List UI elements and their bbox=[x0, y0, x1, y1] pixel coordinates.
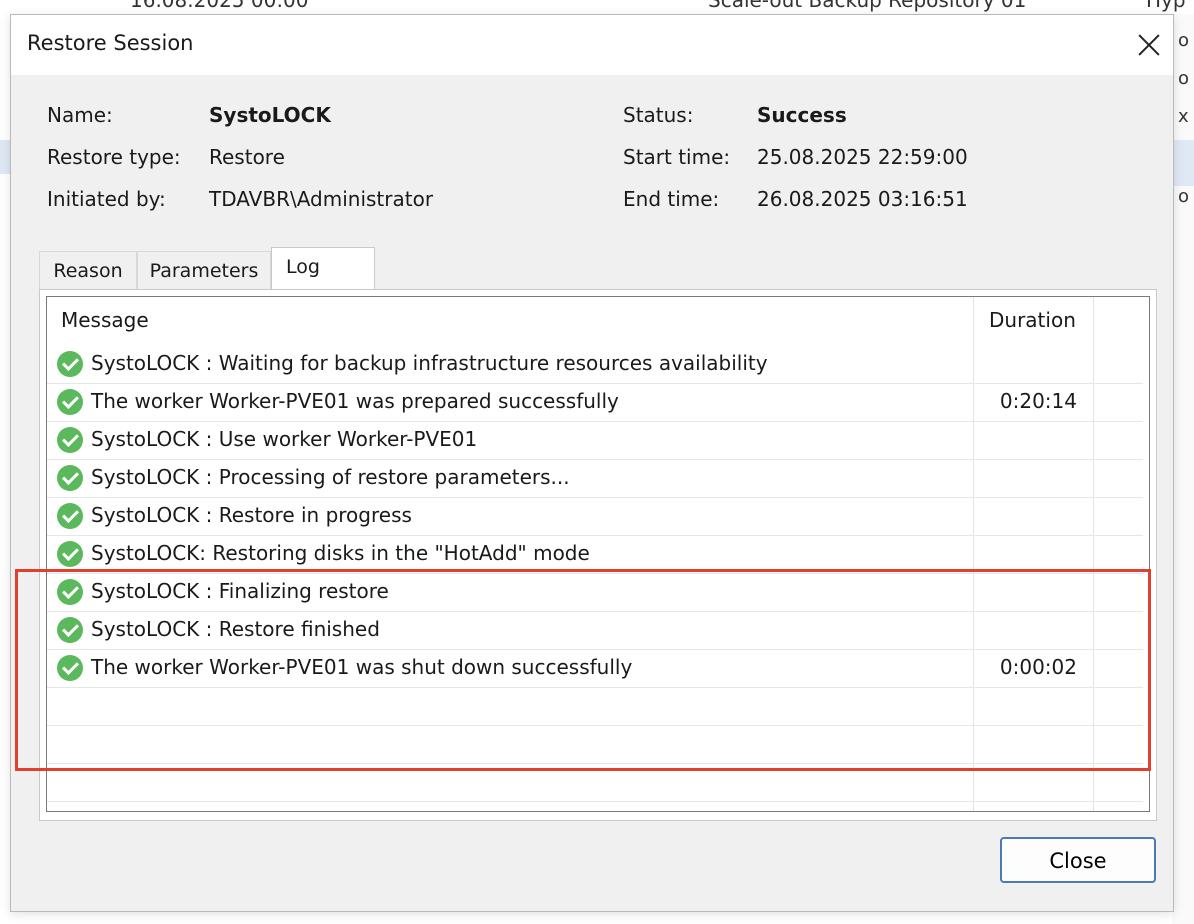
tab-label: Parameters bbox=[149, 260, 259, 282]
restore-type-label: Restore type: bbox=[47, 145, 181, 169]
success-icon bbox=[57, 427, 83, 453]
background-edge-char: o bbox=[1178, 186, 1190, 207]
restore-session-dialog: Restore Session Name: SystoLOCK Restore … bbox=[10, 14, 1174, 912]
end-time-value: 26.08.2025 03:16:51 bbox=[757, 187, 968, 211]
tab-label: Reason bbox=[53, 260, 123, 282]
log-row[interactable]: SystoLOCK : Waiting for backup infrastru… bbox=[47, 345, 1143, 384]
tab-label: Log bbox=[286, 256, 320, 278]
log-duration: 0:20:14 bbox=[999, 389, 1077, 413]
background-selected-row bbox=[1172, 140, 1194, 186]
success-icon bbox=[57, 617, 83, 643]
initiated-by-label: Initiated by: bbox=[47, 187, 166, 211]
log-message: SystoLOCK : Finalizing restore bbox=[91, 579, 389, 603]
success-icon bbox=[57, 503, 83, 529]
empty-log-row bbox=[47, 763, 1143, 802]
initiated-by-value: TDAVBR\Administrator bbox=[209, 187, 434, 211]
background-window-row: 16.08.2025 00:00 Scale-out Backup Reposi… bbox=[0, 0, 1194, 14]
log-panel: Message Duration SystoLOCK : Waiting for… bbox=[39, 289, 1157, 821]
success-icon bbox=[57, 389, 83, 415]
log-row[interactable]: SystoLOCK : Use worker Worker-PVE01 bbox=[47, 421, 1143, 460]
success-icon bbox=[57, 465, 83, 491]
log-message: SystoLOCK : Restore finished bbox=[91, 617, 380, 641]
background-edge-char: o bbox=[1178, 30, 1190, 51]
empty-log-row bbox=[47, 687, 1143, 726]
log-message: SystoLOCK : Use worker Worker-PVE01 bbox=[91, 427, 478, 451]
tab-log[interactable]: Log bbox=[271, 247, 375, 291]
log-row[interactable]: The worker Worker-PVE01 was shut down su… bbox=[47, 649, 1143, 688]
log-row[interactable]: SystoLOCK : Finalizing restore bbox=[47, 573, 1143, 612]
success-icon bbox=[57, 541, 83, 567]
log-message: SystoLOCK : Waiting for backup infrastru… bbox=[91, 351, 768, 375]
background-edge-char: o bbox=[1178, 68, 1190, 89]
start-time-value: 25.08.2025 22:59:00 bbox=[757, 145, 968, 169]
empty-log-row bbox=[47, 725, 1143, 764]
log-row[interactable]: SystoLOCK : Processing of restore parame… bbox=[47, 459, 1143, 498]
end-time-label: End time: bbox=[623, 187, 720, 211]
background-window-edge: o o x o bbox=[1172, 14, 1194, 924]
log-row[interactable]: SystoLOCK : Restore finished bbox=[47, 611, 1143, 650]
title-bar: Restore Session bbox=[11, 15, 1173, 75]
close-button[interactable]: Close bbox=[1000, 837, 1156, 883]
close-icon[interactable] bbox=[1131, 27, 1167, 63]
column-header-duration[interactable]: Duration bbox=[989, 297, 1076, 345]
background-edge-char: x bbox=[1178, 106, 1189, 127]
status-value: Success bbox=[757, 103, 847, 127]
log-row[interactable]: SystoLOCK: Restoring disks in the "HotAd… bbox=[47, 535, 1143, 574]
log-message: The worker Worker-PVE01 was shut down su… bbox=[91, 655, 633, 679]
restore-type-value: Restore bbox=[209, 145, 285, 169]
log-row[interactable]: SystoLOCK : Restore in progress bbox=[47, 497, 1143, 536]
tab-parameters[interactable]: Parameters bbox=[137, 251, 271, 289]
window-title: Restore Session bbox=[27, 31, 194, 55]
log-message: SystoLOCK : Processing of restore parame… bbox=[91, 465, 570, 489]
success-icon bbox=[57, 655, 83, 681]
log-list[interactable]: Message Duration SystoLOCK : Waiting for… bbox=[46, 296, 1150, 812]
log-duration: 0:00:02 bbox=[999, 655, 1077, 679]
start-time-label: Start time: bbox=[623, 145, 731, 169]
log-message: SystoLOCK: Restoring disks in the "HotAd… bbox=[91, 541, 590, 565]
column-header-message[interactable]: Message bbox=[61, 297, 149, 345]
log-message: The worker Worker-PVE01 was prepared suc… bbox=[91, 389, 619, 413]
success-icon bbox=[57, 351, 83, 377]
success-icon bbox=[57, 579, 83, 605]
background-type-text: Hyp bbox=[1146, 0, 1186, 12]
background-repository-text: Scale-out Backup Repository 01 bbox=[708, 0, 1027, 12]
background-date-text: 16.08.2025 00:00 bbox=[130, 0, 309, 12]
status-label: Status: bbox=[623, 103, 694, 127]
tab-reason[interactable]: Reason bbox=[39, 251, 137, 289]
log-message: SystoLOCK : Restore in progress bbox=[91, 503, 412, 527]
log-row[interactable]: The worker Worker-PVE01 was prepared suc… bbox=[47, 383, 1143, 422]
name-value: SystoLOCK bbox=[209, 103, 331, 127]
name-label: Name: bbox=[47, 103, 113, 127]
background-selection bbox=[0, 140, 10, 174]
